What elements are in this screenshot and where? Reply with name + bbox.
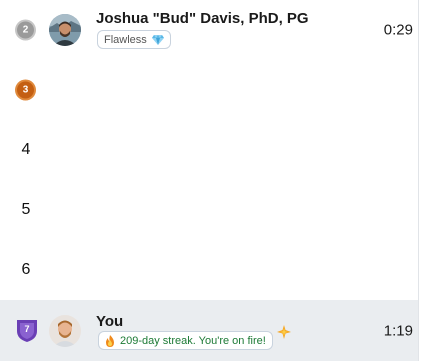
- avatar[interactable]: [49, 314, 81, 347]
- scrollbar-track[interactable]: [418, 0, 431, 361]
- solve-time: 0:29: [383, 21, 413, 39]
- rank-cell: 4: [14, 138, 38, 162]
- diamond-icon: [151, 34, 164, 45]
- silver-medal-icon: 2: [17, 21, 34, 39]
- bronze-medal-icon: 3: [17, 81, 34, 99]
- level-number: 7: [24, 323, 30, 334]
- user-name[interactable]: Joshua "Bud" Davis, PhD, PG: [96, 10, 309, 27]
- rank-number: 2: [22, 24, 29, 36]
- solve-time: 1:19: [383, 322, 413, 339]
- leaderboard: 2 Joshua "Bud" Davis, PhD, PG Flawless 0…: [0, 0, 418, 361]
- leaderboard-row: 4: [0, 120, 418, 180]
- streak-text: 209-day streak. You're on fire!: [120, 334, 266, 347]
- sparkle-icon: [277, 325, 291, 339]
- rank-number: 6: [21, 261, 31, 278]
- avatar-photo-icon: [49, 314, 81, 347]
- leaderboard-row[interactable]: 2 Joshua "Bud" Davis, PhD, PG Flawless 0…: [0, 0, 418, 60]
- rank-number: 5: [21, 201, 31, 218]
- achievement-badge: Flawless: [97, 30, 171, 49]
- leaderboard-row: 6: [0, 240, 418, 300]
- leaderboard-row: 3: [0, 60, 418, 120]
- rank-number: 4: [21, 141, 31, 158]
- user-name: You: [96, 313, 124, 330]
- current-user-row[interactable]: 7 You 209-day streak. You're on fire! 1:…: [0, 300, 418, 361]
- badge-label: Flawless: [104, 33, 147, 46]
- rank-number: 3: [22, 84, 29, 96]
- rank-cell: 5: [14, 198, 38, 222]
- avatar[interactable]: [49, 14, 81, 46]
- leaderboard-row: 5: [0, 180, 418, 240]
- streak-badge: 209-day streak. You're on fire!: [98, 331, 273, 350]
- avatar-photo-icon: [49, 14, 81, 46]
- flame-icon: [106, 334, 114, 347]
- rank-cell: 6: [14, 258, 38, 282]
